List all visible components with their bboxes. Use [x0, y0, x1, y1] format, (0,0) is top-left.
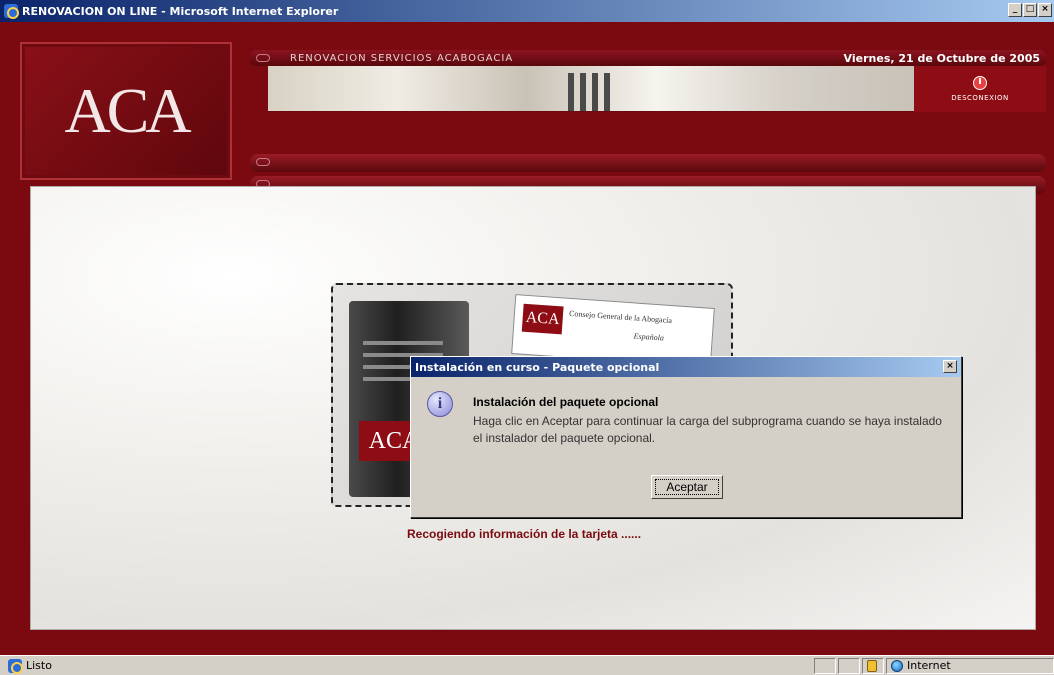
- banner-photo: [268, 66, 914, 112]
- status-panels: Internet: [814, 658, 1054, 674]
- dialog-heading: Instalación del paquete opcional: [473, 395, 659, 409]
- dialog-close-button[interactable]: ×: [943, 360, 957, 373]
- install-dialog: Instalación en curso - Paquete opcional …: [410, 356, 962, 518]
- status-panel-empty: [814, 658, 836, 674]
- card-subtitle: Española: [633, 331, 665, 343]
- pillar-shape: [568, 73, 574, 111]
- card-title: Consejo General de la Abogacía: [568, 308, 673, 326]
- pillar-shape: [592, 73, 598, 111]
- disconnect-button[interactable]: DESCONEXION: [914, 66, 1046, 112]
- disconnect-label: DESCONEXION: [951, 94, 1009, 102]
- banner: RENOVACION SERVICIOS ACABOGACIA Viernes,…: [250, 50, 1046, 194]
- dialog-message: Haga clic en Aceptar para continuar la c…: [473, 414, 942, 445]
- status-panel-lock: [862, 658, 884, 674]
- aca-logo: ACA: [20, 42, 232, 180]
- tab-knob-icon: [256, 54, 270, 62]
- status-message: Recogiendo información de la tarjeta ...…: [407, 527, 642, 541]
- page-header: ACA RENOVACION SERVICIOS ACABOGACIA Vier…: [10, 32, 1046, 194]
- accept-button[interactable]: Aceptar: [651, 475, 723, 499]
- info-icon: i: [427, 391, 453, 417]
- browser-statusbar: Listo Internet: [0, 655, 1054, 675]
- status-text: Listo: [26, 659, 52, 672]
- minimize-button[interactable]: _: [1008, 3, 1022, 17]
- page-status-icon: [8, 658, 23, 674]
- internet-explorer-icon: [4, 4, 19, 19]
- globe-icon: [891, 660, 903, 672]
- server-slot: [363, 341, 443, 345]
- window-title: RENOVACION ON LINE - Microsoft Internet …: [22, 4, 339, 18]
- dialog-title: Instalación en curso - Paquete opcional: [415, 360, 660, 374]
- window-titlebar: RENOVACION ON LINE - Microsoft Internet …: [0, 0, 1054, 22]
- security-zone-panel[interactable]: Internet: [886, 658, 1054, 674]
- banner-date: Viernes, 21 de Octubre de 2005: [843, 52, 1040, 65]
- lock-icon: [867, 660, 877, 672]
- pillar-shape: [604, 73, 610, 111]
- power-icon: [973, 76, 987, 90]
- window-controls: _ □ ×: [1008, 3, 1052, 17]
- zone-label: Internet: [907, 659, 951, 672]
- browser-content: ACA RENOVACION SERVICIOS ACABOGACIA Vier…: [0, 22, 1054, 655]
- banner-top-bar: RENOVACION SERVICIOS ACABOGACIA Viernes,…: [250, 50, 1046, 66]
- maximize-button[interactable]: □: [1023, 3, 1037, 17]
- menu-bar-1: [250, 154, 1046, 172]
- close-window-button[interactable]: ×: [1038, 3, 1052, 17]
- tab-knob-icon: [256, 158, 270, 166]
- dialog-titlebar: Instalación en curso - Paquete opcional …: [411, 357, 961, 377]
- logo-text: ACA: [64, 75, 191, 146]
- status-panel-empty: [838, 658, 860, 674]
- pillar-shape: [580, 73, 586, 111]
- banner-title: RENOVACION SERVICIOS ACABOGACIA: [290, 53, 514, 64]
- card-logo: ACA: [521, 303, 564, 335]
